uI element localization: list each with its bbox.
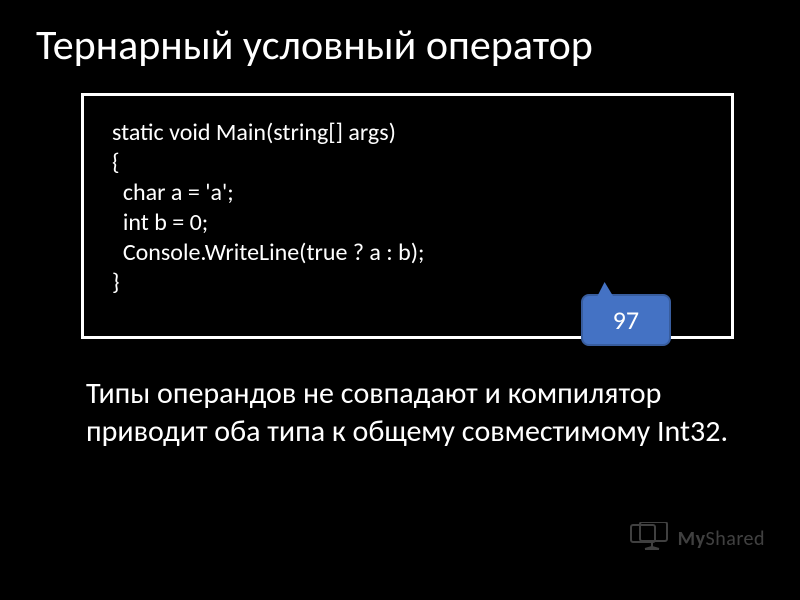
output-value: 97 [613,304,639,336]
watermark-prefix: My [678,527,706,551]
slide-title: Тернарный условный оператор [36,20,764,71]
slide: Тернарный условный оператор static void … [0,0,800,600]
watermark-text: MyShared [678,527,765,551]
explanation-text: Типы операндов не совпадают и компилятор… [86,375,734,450]
watermark: MyShared [630,522,765,555]
code-text: static void Main(string[] args) { char a… [112,118,703,298]
output-callout: 97 [581,294,671,346]
presentation-icon [630,522,672,555]
code-block: static void Main(string[] args) { char a… [81,93,734,339]
watermark-rest: Shared [706,527,765,551]
